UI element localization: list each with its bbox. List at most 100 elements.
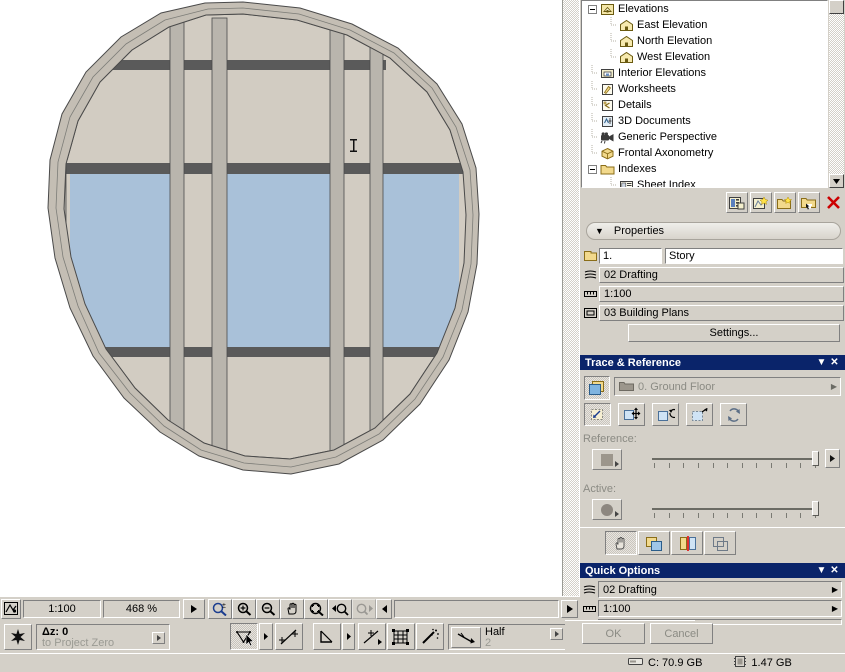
- snap-guide-icon[interactable]: [313, 623, 341, 650]
- trace-source-arrow[interactable]: ▶: [831, 382, 837, 391]
- story-name-input[interactable]: Story: [665, 247, 843, 264]
- tree-gutter: [586, 65, 599, 81]
- zoom-out-icon[interactable]: [256, 598, 280, 619]
- zoom-tool-icon[interactable]: ±: [208, 598, 232, 619]
- gravity-icon[interactable]: [4, 624, 32, 650]
- tree-collapse-toggle[interactable]: [586, 1, 599, 17]
- move-reference-button[interactable]: [618, 403, 645, 426]
- quick-scale-row[interactable]: 1:100 ▶: [598, 600, 842, 617]
- reset-reference-position-button[interactable]: [686, 403, 713, 426]
- navigator-tree[interactable]: Elevations East Elevation North Elevation W…: [581, 0, 828, 188]
- tree-item-3d-documents[interactable]: 3D Documents: [582, 113, 827, 129]
- grid-snap-icon[interactable]: [387, 623, 415, 650]
- drag-trace-reference-button[interactable]: [584, 403, 611, 426]
- trace-close-button[interactable]: ✕: [828, 356, 841, 369]
- trace-reference-source[interactable]: 0. Ground Floor ▶: [614, 377, 841, 396]
- reference-slider-track[interactable]: [652, 458, 817, 460]
- tree-collapse-toggle[interactable]: [586, 161, 599, 177]
- splitter-button[interactable]: [671, 531, 703, 555]
- navigator-scroll-down-arrow[interactable]: [829, 174, 844, 188]
- bottom-toolbar[interactable]: Δz: 0 to Project Zero Half 2: [0, 620, 580, 653]
- snap-dropdown-arrow[interactable]: [259, 623, 273, 650]
- show-trace-reference-button[interactable]: [584, 376, 610, 400]
- next-zoom-icon[interactable]: [352, 598, 376, 619]
- pan-hand-icon[interactable]: [280, 598, 304, 619]
- tree-item-frontal-axonometry[interactable]: Frontal Axonometry: [582, 145, 827, 161]
- magnet-divisions-icon[interactable]: [451, 627, 481, 648]
- measure-tool-icon[interactable]: [275, 623, 303, 650]
- tree-item-north-elevation[interactable]: North Elevation: [582, 33, 827, 49]
- swap-reference-with-active-button[interactable]: [720, 403, 747, 426]
- tree-item-label: Details: [618, 99, 652, 111]
- interior-elevation-icon: [599, 66, 615, 80]
- tree-item-worksheets[interactable]: Worksheets: [582, 81, 827, 97]
- canvas-vertical-scrollbar[interactable]: [562, 0, 579, 596]
- tree-item-elevations[interactable]: Elevations: [582, 1, 827, 17]
- quick-options-menu-button[interactable]: ▼: [815, 564, 828, 577]
- floor-plan-canvas[interactable]: [0, 0, 580, 596]
- special-snap-icon[interactable]: [358, 623, 386, 650]
- orientation-icon[interactable]: [1, 598, 21, 619]
- drag-reference-button[interactable]: [605, 531, 637, 555]
- magic-wand-icon[interactable]: [416, 623, 444, 650]
- view-settings-button[interactable]: [726, 192, 748, 213]
- fit-in-window-icon[interactable]: [304, 598, 328, 619]
- quick-layer-combination-arrow[interactable]: ▶: [832, 585, 838, 594]
- wireframe-overlay-button[interactable]: [704, 531, 736, 555]
- zoom-menu-arrow-button[interactable]: [376, 598, 392, 619]
- scale-value[interactable]: 1:100: [599, 285, 844, 302]
- rotate-reference-button[interactable]: [652, 403, 679, 426]
- settings-button[interactable]: Settings...: [628, 324, 840, 342]
- tree-item-interior-elevations[interactable]: Interior Elevations: [582, 65, 827, 81]
- reference-slider-arrow[interactable]: [825, 449, 840, 468]
- quick-options-close-button[interactable]: ✕: [828, 564, 841, 577]
- tree-item-generic-perspective[interactable]: Generic Perspective: [582, 129, 827, 145]
- folder-icon: [599, 162, 615, 176]
- quick-scale-icon: [582, 602, 596, 616]
- properties-collapse-icon[interactable]: ▼: [595, 226, 604, 236]
- memory-icon: [734, 655, 747, 671]
- navigator-tree-scrollbar[interactable]: [829, 0, 844, 188]
- tree-item-sheet-index[interactable]: Sheet Index: [582, 177, 827, 187]
- active-slider-thumb[interactable]: [812, 501, 819, 516]
- clone-folder-button[interactable]: [798, 192, 820, 213]
- tree-item-west-elevation[interactable]: West Elevation: [582, 49, 827, 65]
- reference-color-swatch[interactable]: [592, 449, 622, 470]
- elevation-field[interactable]: Δz: 0 to Project Zero: [36, 624, 170, 650]
- ok-button[interactable]: OK: [582, 623, 645, 644]
- layer-combination-value[interactable]: 02 Drafting: [599, 266, 844, 283]
- reference-label: Reference:: [583, 433, 637, 445]
- new-folder-button[interactable]: [774, 192, 796, 213]
- previous-zoom-icon[interactable]: [328, 598, 352, 619]
- story-number-input[interactable]: 1.: [599, 247, 662, 264]
- canvas-hscroll-right-arrow[interactable]: [561, 599, 578, 618]
- quick-layer-combination-row[interactable]: 02 Drafting ▶: [598, 581, 842, 598]
- properties-header[interactable]: ▼ Properties: [586, 222, 841, 240]
- cancel-button[interactable]: Cancel: [650, 623, 713, 644]
- tree-item-east-elevation[interactable]: East Elevation: [582, 17, 827, 33]
- navigator-toolbar[interactable]: [580, 192, 845, 216]
- magnet-popup-arrow[interactable]: [550, 628, 563, 640]
- delete-button[interactable]: [822, 192, 844, 213]
- zoom-percent-display[interactable]: 468 %: [103, 599, 180, 618]
- elevation-popup-arrow[interactable]: [152, 632, 165, 644]
- trace-menu-button[interactable]: ▼: [815, 356, 828, 369]
- zoom-popup-arrow-button[interactable]: [183, 598, 205, 619]
- active-slider-track[interactable]: [652, 508, 817, 510]
- quick-scale-arrow[interactable]: ▶: [832, 604, 838, 613]
- pen-set-value[interactable]: 03 Building Plans: [599, 304, 844, 321]
- tree-item-indexes[interactable]: Indexes: [582, 161, 827, 177]
- snap-points-icon[interactable]: [230, 623, 258, 650]
- tree-item-details[interactable]: Details: [582, 97, 827, 113]
- new-view-button[interactable]: [750, 192, 772, 213]
- zoom-toolbar[interactable]: 1:100 468 % ±: [0, 596, 580, 620]
- compare-colors-button[interactable]: [638, 531, 670, 555]
- properties-panel: ▼ Properties 1. Story 02 Drafting 1:100 …: [580, 220, 845, 350]
- reference-slider-thumb[interactable]: [812, 451, 819, 466]
- magnet-field[interactable]: Half 2: [448, 624, 568, 650]
- scale-display[interactable]: 1:100: [23, 599, 101, 618]
- navigator-scroll-thumb[interactable]: [829, 0, 844, 14]
- zoom-in-icon[interactable]: [232, 598, 256, 619]
- snap-guide-arrow[interactable]: [342, 623, 355, 650]
- active-color-swatch[interactable]: [592, 499, 622, 520]
